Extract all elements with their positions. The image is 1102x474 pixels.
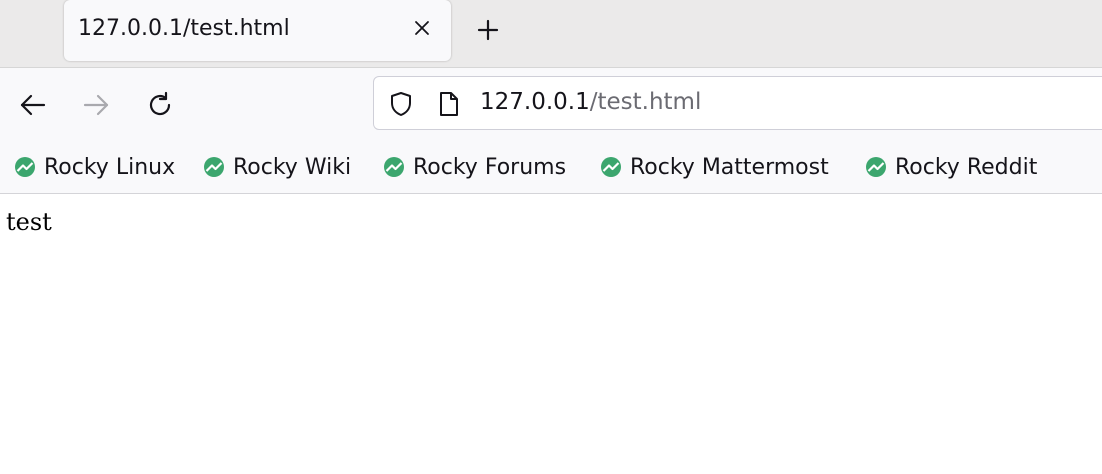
- url-bar[interactable]: 127.0.0.1/test.html: [373, 76, 1102, 130]
- rocky-linux-logo-icon: [203, 156, 225, 178]
- plus-icon[interactable]: [476, 18, 500, 42]
- bookmark-label: Rocky Wiki: [233, 154, 352, 180]
- shield-icon[interactable]: [388, 91, 414, 117]
- navigation-toolbar: 127.0.0.1/test.html: [0, 68, 1102, 142]
- page-icon[interactable]: [437, 90, 461, 118]
- bookmark-rocky-linux[interactable]: Rocky Linux: [14, 150, 175, 184]
- bookmark-label: Rocky Linux: [44, 154, 176, 180]
- bookmark-label: Rocky Forums: [413, 154, 567, 180]
- bookmark-label: Rocky Reddit: [895, 154, 1038, 180]
- page-body-text: test: [6, 208, 52, 236]
- bookmark-rocky-forums[interactable]: Rocky Forums: [383, 150, 566, 184]
- bookmark-rocky-wiki[interactable]: Rocky Wiki: [203, 150, 351, 184]
- arrow-left-icon[interactable]: [18, 90, 48, 120]
- rocky-linux-logo-icon: [865, 156, 887, 178]
- tab-strip: 127.0.0.1/test.html: [0, 0, 1102, 68]
- bookmark-rocky-mattermost[interactable]: Rocky Mattermost: [600, 150, 829, 184]
- tab-active[interactable]: 127.0.0.1/test.html: [64, 0, 451, 61]
- reload-icon[interactable]: [145, 90, 175, 120]
- page-content: test: [0, 194, 1102, 474]
- rocky-linux-logo-icon: [14, 156, 36, 178]
- url-host: 127.0.0.1: [480, 89, 590, 115]
- url-path: /test.html: [589, 89, 702, 115]
- arrow-right-icon[interactable]: [81, 90, 111, 120]
- browser-window: 127.0.0.1/test.html 127.0.0.1/test.html …: [0, 0, 1102, 474]
- rocky-linux-logo-icon: [600, 156, 622, 178]
- bookmark-label: Rocky Mattermost: [630, 154, 829, 180]
- url-text[interactable]: 127.0.0.1/test.html: [480, 89, 701, 115]
- bookmark-rocky-reddit[interactable]: Rocky Reddit: [865, 150, 1037, 184]
- bookmarks-toolbar: Rocky Linux Rocky Wiki Rocky Forums Rock…: [0, 142, 1102, 194]
- tab-title: 127.0.0.1/test.html: [78, 16, 290, 41]
- rocky-linux-logo-icon: [383, 156, 405, 178]
- close-icon[interactable]: [411, 17, 433, 39]
